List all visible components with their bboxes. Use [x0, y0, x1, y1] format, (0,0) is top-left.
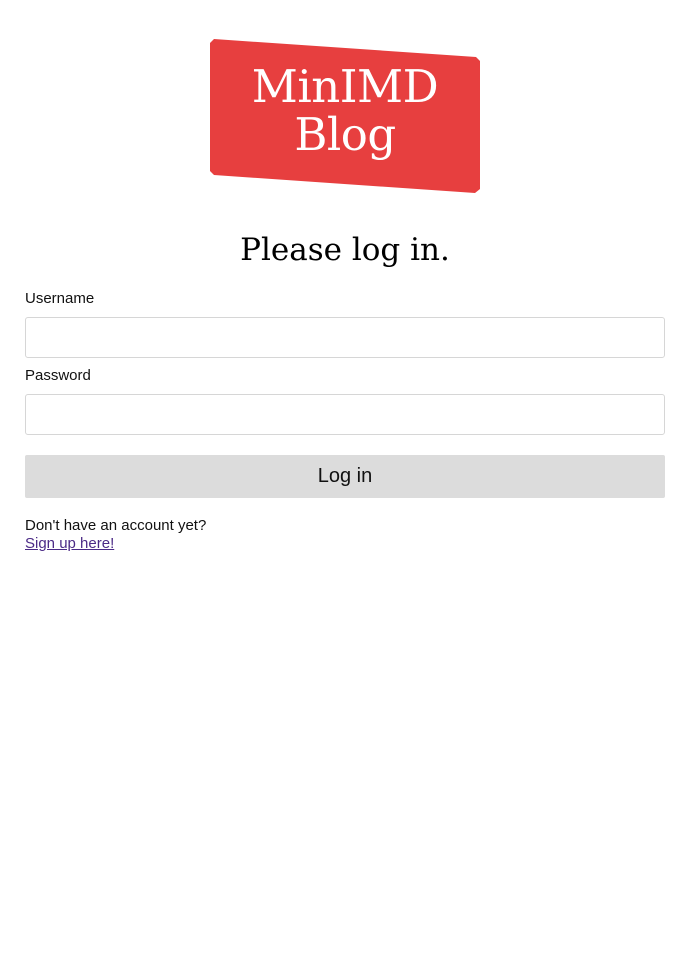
signup-section: Don't have an account yet? Sign up here!: [25, 517, 206, 553]
signup-prompt: Don't have an account yet?: [25, 517, 207, 534]
page-title: Please log in.: [240, 232, 450, 268]
password-input[interactable]: [25, 394, 665, 435]
username-label: Username: [25, 290, 95, 307]
logo-text: MinIMD Blog: [210, 63, 480, 159]
logo-line-2: Blog: [294, 108, 396, 161]
password-label: Password: [25, 367, 91, 384]
login-button[interactable]: Log in: [25, 455, 665, 498]
signup-link[interactable]: Sign up here!: [25, 535, 206, 553]
site-logo[interactable]: MinIMD Blog: [210, 39, 480, 193]
logo-line-1: MinIMD: [251, 60, 439, 113]
username-input[interactable]: [25, 317, 665, 358]
